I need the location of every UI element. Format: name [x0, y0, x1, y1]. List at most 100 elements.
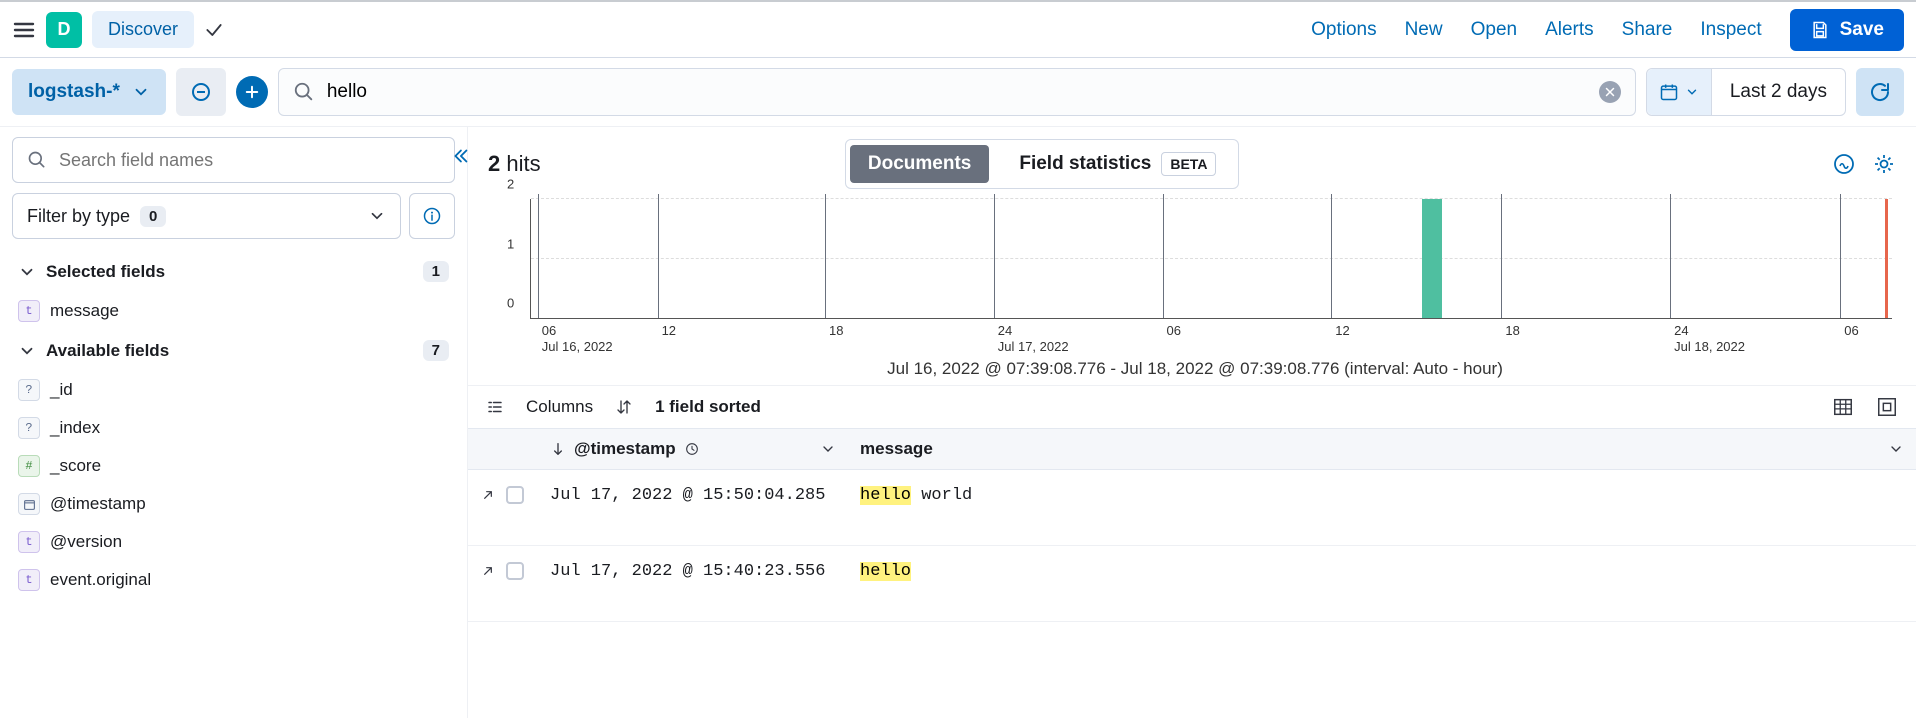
th-timestamp-label[interactable]: @timestamp: [574, 439, 676, 459]
expand-row-button[interactable]: [480, 487, 496, 503]
column-menu-message[interactable]: [1888, 441, 1904, 457]
field-type-token: [18, 493, 40, 515]
selected-fields-header[interactable]: Selected fields 1: [12, 251, 455, 292]
field-item[interactable]: # _score: [12, 447, 455, 485]
field-item[interactable]: ? _index: [12, 409, 455, 447]
y-tick: 0: [507, 296, 514, 311]
clear-query-button[interactable]: [1599, 81, 1621, 103]
table-row: Jul 17, 2022 @ 15:50:04.285 hello world: [468, 470, 1916, 546]
index-pattern-label: logstash-*: [28, 81, 120, 103]
field-type-token: #: [18, 455, 40, 477]
x-tick: 24Jul 17, 2022: [994, 194, 995, 318]
filter-by-type[interactable]: Filter by type 0: [12, 193, 401, 239]
calendar-icon: [1659, 82, 1679, 102]
sort-label[interactable]: 1 field sorted: [655, 397, 761, 417]
field-type-token: t: [18, 531, 40, 553]
collapse-sidebar-button[interactable]: [449, 145, 471, 167]
field-name: message: [50, 301, 119, 321]
x-tick: 06Jul 16, 2022: [538, 194, 539, 318]
field-type-token: t: [18, 300, 40, 322]
top-link-open[interactable]: Open: [1471, 19, 1517, 41]
field-name: @timestamp: [50, 494, 146, 514]
space-badge[interactable]: D: [46, 12, 82, 48]
tab-documents[interactable]: Documents: [850, 145, 989, 183]
field-item[interactable]: t@version: [12, 523, 455, 561]
histogram-bar[interactable]: [1422, 199, 1442, 318]
clock-icon: [684, 441, 700, 457]
x-tick: 18: [1501, 194, 1502, 318]
chart-caption: Jul 16, 2022 @ 07:39:08.776 - Jul 18, 20…: [498, 359, 1892, 379]
cell-timestamp: Jul 17, 2022 @ 15:40:23.556: [538, 546, 848, 622]
tab-documents-label: Documents: [868, 153, 971, 174]
search-icon: [27, 150, 47, 170]
save-icon: [1810, 20, 1830, 40]
field-search-input-wrap[interactable]: [12, 137, 455, 183]
field-info-button[interactable]: [409, 193, 455, 239]
query-input-container[interactable]: [278, 68, 1636, 116]
time-range-label: Last 2 days: [1712, 81, 1845, 103]
time-range-picker[interactable]: Last 2 days: [1646, 68, 1846, 116]
saved-query-button[interactable]: [176, 68, 226, 116]
available-fields-label: Available fields: [46, 341, 169, 361]
refresh-button[interactable]: [1856, 68, 1904, 116]
beta-badge: BETA: [1161, 152, 1216, 176]
index-pattern-picker[interactable]: logstash-*: [12, 69, 166, 115]
field-type-token: ?: [18, 417, 40, 439]
x-tick: 24Jul 18, 2022: [1670, 194, 1671, 318]
field-search-input[interactable]: [59, 150, 440, 171]
app-name-chip[interactable]: Discover: [92, 11, 194, 48]
top-link-share[interactable]: Share: [1622, 19, 1673, 41]
x-tick: 18: [825, 194, 826, 318]
available-fields-header[interactable]: Available fields 7: [12, 330, 455, 371]
hits-label: hits: [506, 151, 540, 176]
selected-fields-count: 1: [423, 261, 449, 282]
save-label: Save: [1840, 19, 1884, 41]
chevron-down-icon: [1685, 85, 1699, 99]
field-name: _id: [50, 380, 73, 400]
row-checkbox[interactable]: [506, 562, 524, 580]
field-name: _score: [50, 456, 101, 476]
save-button[interactable]: Save: [1790, 9, 1904, 51]
row-checkbox[interactable]: [506, 486, 524, 504]
th-message-label[interactable]: message: [860, 439, 933, 459]
tab-field-statistics[interactable]: Field statistics BETA: [1001, 144, 1234, 184]
checkmark-icon: [204, 20, 224, 40]
x-tick: 06: [1840, 194, 1841, 318]
chevron-down-icon: [368, 207, 386, 225]
column-menu-timestamp[interactable]: [820, 441, 836, 457]
field-item[interactable]: ?_id: [12, 371, 455, 409]
chevron-down-icon: [132, 83, 150, 101]
sort-icon[interactable]: [615, 398, 633, 416]
field-item[interactable]: t message: [12, 292, 455, 330]
cell-message: hello: [848, 546, 1916, 622]
add-filter-button[interactable]: [236, 76, 268, 108]
expand-row-button[interactable]: [480, 563, 496, 579]
density-button[interactable]: [1832, 396, 1854, 418]
field-name: _index: [50, 418, 100, 438]
menu-button[interactable]: [12, 18, 36, 42]
sort-desc-icon[interactable]: [550, 441, 566, 457]
columns-label[interactable]: Columns: [526, 397, 593, 417]
space-letter: D: [58, 19, 71, 40]
field-name: event.original: [50, 570, 151, 590]
selected-fields-label: Selected fields: [46, 262, 165, 282]
histogram-chart: 01206Jul 16, 2022121824Jul 17, 202206121…: [468, 193, 1916, 385]
top-link-new[interactable]: New: [1405, 19, 1443, 41]
toggle-columns-icon[interactable]: [486, 398, 504, 416]
fullscreen-button[interactable]: [1876, 396, 1898, 418]
field-item[interactable]: @timestamp: [12, 485, 455, 523]
top-link-alerts[interactable]: Alerts: [1545, 19, 1594, 41]
field-item[interactable]: t event.original: [12, 561, 455, 599]
field-type-token: t: [18, 569, 40, 591]
settings-button[interactable]: [1872, 152, 1896, 176]
filter-type-label: Filter by type: [27, 206, 130, 227]
x-tick: 12: [658, 194, 659, 318]
top-link-options[interactable]: Options: [1311, 19, 1376, 41]
query-input[interactable]: [327, 81, 1587, 103]
chart-options-button[interactable]: [1832, 152, 1856, 176]
cell-timestamp: Jul 17, 2022 @ 15:50:04.285: [538, 470, 848, 546]
x-tick: 12: [1331, 194, 1332, 318]
tab-field-stats-label: Field statistics: [1019, 153, 1151, 175]
y-tick: 1: [507, 236, 514, 251]
top-link-inspect[interactable]: Inspect: [1700, 19, 1761, 41]
